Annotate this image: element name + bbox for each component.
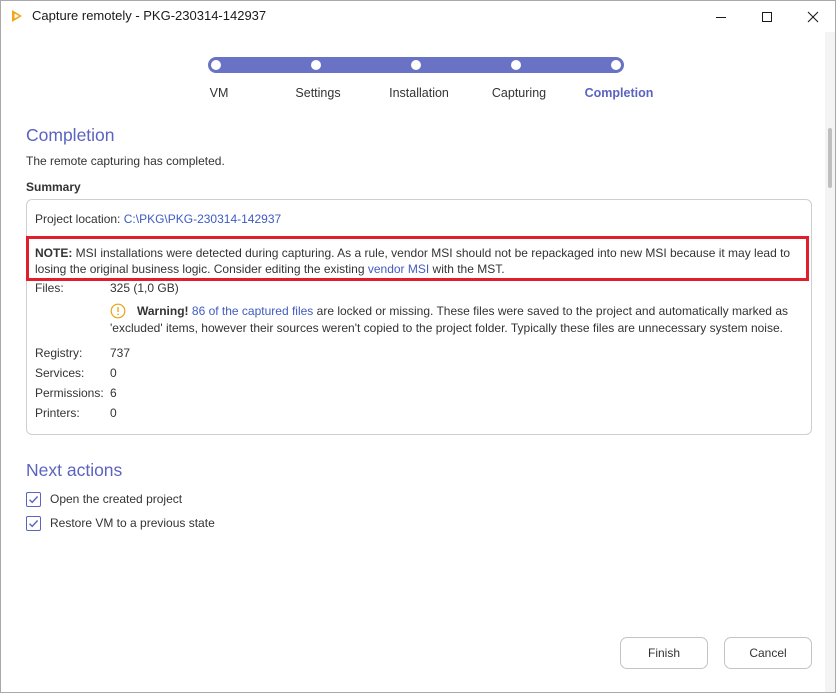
checkmark-icon bbox=[29, 495, 39, 503]
services-value: 0 bbox=[110, 366, 117, 380]
step-label-capturing: Capturing bbox=[491, 86, 547, 100]
restore-vm-label[interactable]: Restore VM to a previous state bbox=[50, 516, 215, 530]
checkmark-icon bbox=[29, 519, 39, 527]
maximize-button[interactable] bbox=[744, 1, 790, 32]
restore-vm-option[interactable]: Restore VM to a previous state bbox=[26, 515, 215, 531]
registry-value: 737 bbox=[110, 346, 131, 360]
services-label: Services: bbox=[35, 366, 85, 380]
step-label-vm: VM bbox=[209, 86, 229, 100]
scrollbar-thumb[interactable] bbox=[828, 128, 832, 188]
step-dot-settings bbox=[311, 60, 321, 70]
note-prefix: NOTE: bbox=[35, 246, 73, 260]
vertical-scrollbar[interactable] bbox=[825, 32, 835, 692]
registry-label: Registry: bbox=[35, 346, 83, 360]
msi-note-highlight: NOTE: MSI installations were detected du… bbox=[26, 236, 809, 281]
note-text-end: with the MST. bbox=[429, 262, 505, 276]
finish-button[interactable]: Finish bbox=[620, 637, 708, 669]
summary-label: Summary bbox=[26, 180, 81, 194]
step-label-installation: Installation bbox=[389, 86, 449, 100]
project-location-label: Project location: bbox=[35, 212, 121, 226]
title-bar: Capture remotely - PKG-230314-142937 bbox=[1, 1, 835, 32]
warning-icon bbox=[110, 303, 126, 319]
window-title: Capture remotely - PKG-230314-142937 bbox=[32, 8, 267, 23]
app-logo-icon bbox=[12, 10, 22, 22]
completion-heading: Completion bbox=[26, 125, 115, 145]
minimize-button[interactable] bbox=[698, 1, 744, 32]
step-label-settings: Settings bbox=[295, 86, 341, 100]
open-project-checkbox[interactable] bbox=[26, 491, 41, 507]
printers-label: Printers: bbox=[35, 406, 80, 420]
project-location: Project location: C:\PKG\PKG-230314-1429… bbox=[35, 212, 281, 226]
capture-remotely-window: Capture remotely - PKG-230314-142937 VM … bbox=[0, 0, 836, 693]
warning-prefix: Warning! bbox=[137, 304, 189, 318]
step-dot-capturing bbox=[511, 60, 521, 70]
close-icon bbox=[807, 11, 819, 22]
permissions-label: Permissions: bbox=[35, 386, 104, 400]
permissions-value: 6 bbox=[110, 386, 117, 400]
next-actions-heading: Next actions bbox=[26, 460, 123, 480]
open-project-label[interactable]: Open the created project bbox=[50, 492, 182, 506]
open-project-option[interactable]: Open the created project bbox=[26, 491, 182, 507]
close-button[interactable] bbox=[790, 1, 835, 32]
project-location-link[interactable]: C:\PKG\PKG-230314-142937 bbox=[124, 212, 281, 226]
step-label-completion: Completion bbox=[584, 86, 654, 100]
restore-vm-checkbox[interactable] bbox=[26, 515, 41, 531]
maximize-icon bbox=[762, 11, 772, 22]
msi-note: NOTE: MSI installations were detected du… bbox=[35, 245, 800, 277]
cancel-button[interactable]: Cancel bbox=[724, 637, 812, 669]
minimize-icon bbox=[716, 16, 726, 18]
files-label: Files: bbox=[35, 281, 64, 295]
completion-message: The remote capturing has completed. bbox=[26, 154, 225, 168]
printers-value: 0 bbox=[110, 406, 117, 420]
step-dot-installation bbox=[411, 60, 421, 70]
vendor-msi-link[interactable]: vendor MSI bbox=[368, 262, 429, 276]
files-warning: Warning! 86 of the captured files are lo… bbox=[110, 303, 800, 337]
files-value: 325 (1,0 GB) bbox=[110, 281, 179, 295]
step-dot-completion bbox=[611, 60, 621, 70]
step-dot-vm bbox=[211, 60, 221, 70]
captured-files-link[interactable]: 86 of the captured files bbox=[192, 304, 313, 318]
warning-text: Warning! 86 of the captured files are lo… bbox=[110, 303, 800, 337]
